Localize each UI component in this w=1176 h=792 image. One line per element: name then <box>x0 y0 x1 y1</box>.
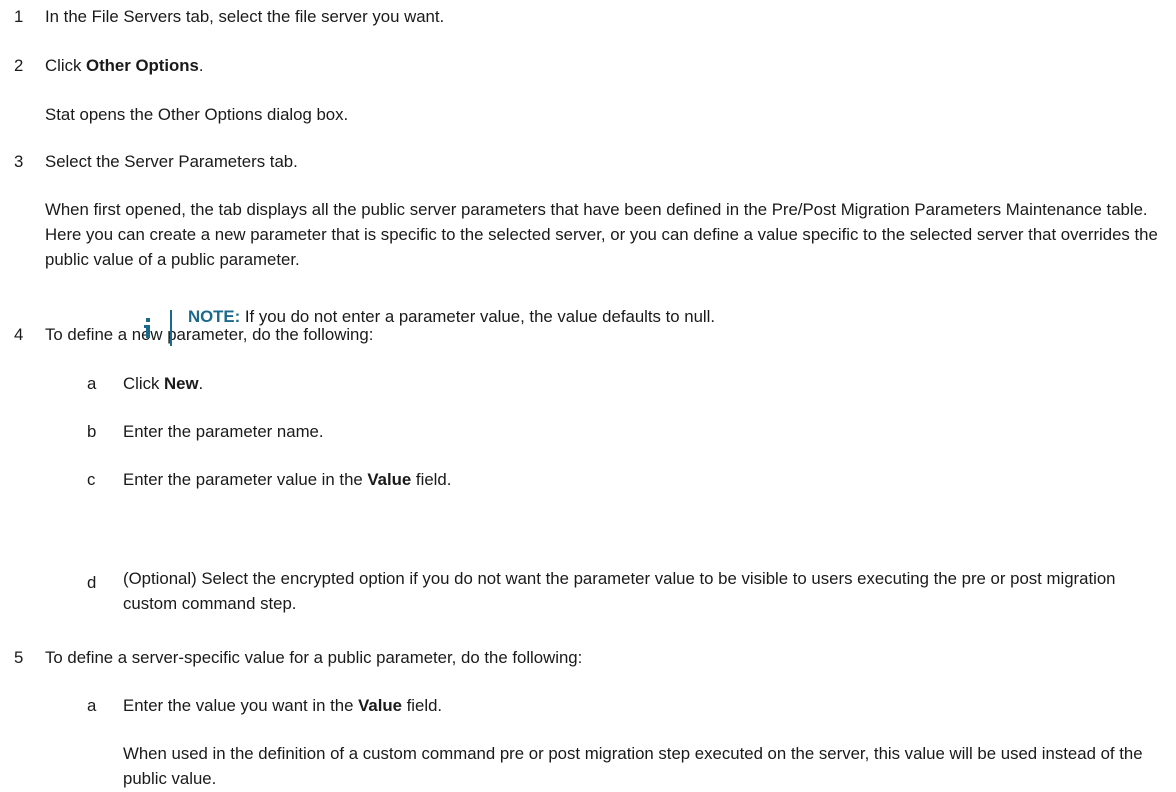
note-divider <box>170 310 172 346</box>
note-body: If you do not enter a parameter value, t… <box>240 307 716 326</box>
ui-term-new: New <box>164 374 199 393</box>
substep-letter: b <box>87 422 97 441</box>
substep-letter: d <box>87 573 97 592</box>
substep-text: Enter the parameter name. <box>123 422 324 441</box>
substep-letter: c <box>87 470 96 489</box>
step-number: 5 <box>14 648 24 667</box>
step-number: 3 <box>14 152 24 171</box>
substep-text-pre: Click <box>123 374 165 393</box>
substep-4d-text: (Optional) Select the encrypted option i… <box>123 569 1116 613</box>
ui-term-value: Value <box>358 696 402 715</box>
substep-letter: a <box>87 696 97 715</box>
step-number: 4 <box>14 325 24 344</box>
substep-text-pre: Enter the value you want in the <box>123 696 359 715</box>
substep-text-pre: Enter the parameter value in the <box>123 470 368 489</box>
substep-text: Enter the parameter value in the Value f… <box>123 469 451 491</box>
step-3-paragraph: When first opened, the tab displays all … <box>45 200 1158 269</box>
substep-text-post: . <box>198 374 204 393</box>
substep-5a-paragraph: When used in the definition of a custom … <box>123 744 1143 788</box>
note-callout: NOTE: If you do not enter a parameter va… <box>0 0 1176 346</box>
substep-text-post: field. <box>411 470 452 489</box>
substep-text: Click New. <box>123 373 203 395</box>
ui-term-value: Value <box>367 470 412 489</box>
substep-text-post: field. <box>401 696 443 715</box>
substep-text: Enter the value you want in the Value fi… <box>123 695 442 717</box>
step-text: Select the Server Parameters tab. <box>45 152 298 171</box>
document-page: 1 In the File Servers tab, select the fi… <box>0 0 1176 792</box>
substep-letter: a <box>87 374 97 393</box>
note-text: NOTE: If you do not enter a parameter va… <box>188 306 715 328</box>
step-text: To define a server-specific value for a … <box>45 648 583 667</box>
step-result-text: Stat opens the Other Options dialog box. <box>45 105 349 124</box>
info-icon <box>144 318 150 338</box>
note-label: NOTE: <box>188 307 241 326</box>
